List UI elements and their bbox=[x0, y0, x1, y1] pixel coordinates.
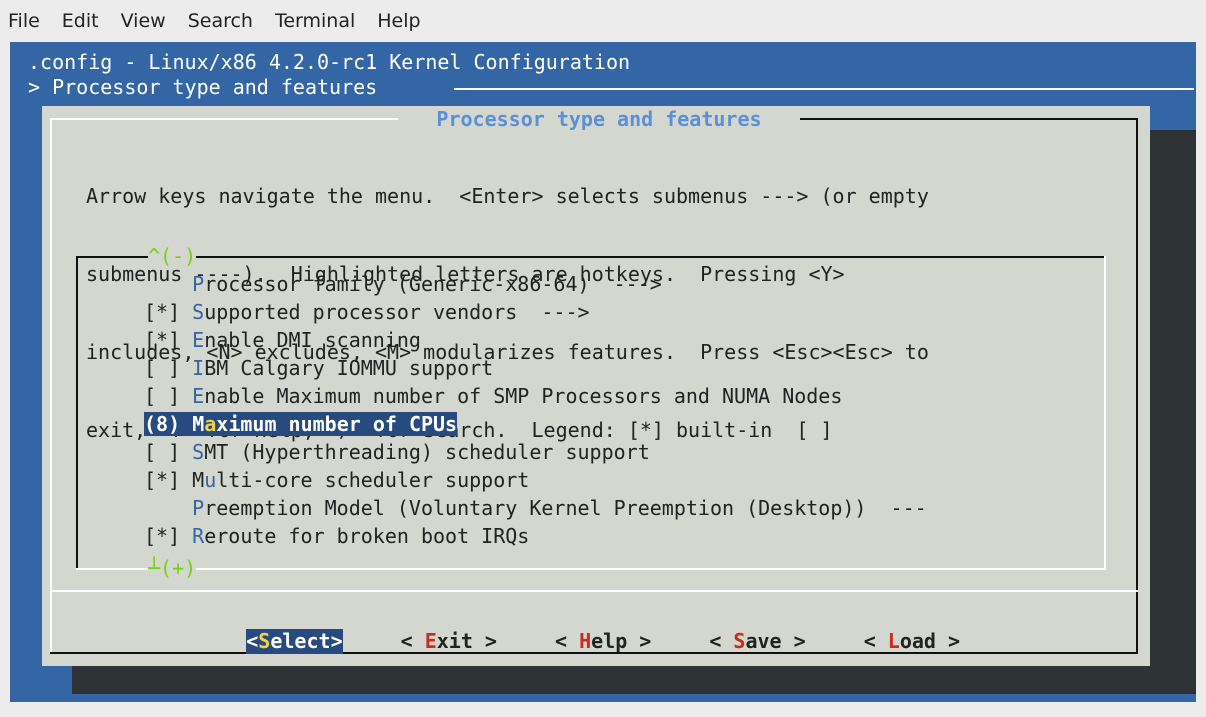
select-button[interactable]: <Select> bbox=[246, 629, 343, 654]
list-border-right bbox=[1104, 256, 1106, 570]
option-preemption-model[interactable]: Preemption Model (Voluntary Kernel Preem… bbox=[144, 494, 927, 522]
option-max-smp[interactable]: [ ] Enable Maximum number of SMP Process… bbox=[144, 382, 842, 410]
dialog-title: Processor type and features bbox=[424, 107, 774, 131]
option-processor-family[interactable]: Processor family (Generic-x86-64) ---> bbox=[144, 270, 662, 298]
menu-view[interactable]: View bbox=[111, 10, 178, 32]
save-button[interactable]: < Save > bbox=[709, 629, 805, 654]
options-list[interactable]: ^(-) ┴(+) Processor family (Generic-x86-… bbox=[76, 244, 1106, 581]
scroll-down-indicator[interactable]: ┴(+) bbox=[148, 556, 197, 581]
list-border-bottom bbox=[76, 568, 1106, 570]
dialog-border-top bbox=[50, 118, 398, 120]
menu-edit[interactable]: Edit bbox=[52, 10, 111, 32]
dialog-border-left bbox=[50, 118, 52, 654]
breadcrumb: > Processor type and features bbox=[28, 75, 390, 99]
button-separator bbox=[50, 590, 1138, 592]
menuconfig-dialog: Processor type and features Arrow keys n… bbox=[42, 106, 1150, 666]
help-button[interactable]: < Help > bbox=[555, 629, 651, 654]
menu-search[interactable]: Search bbox=[178, 10, 265, 32]
exit-button[interactable]: < Exit > bbox=[401, 629, 497, 654]
option-ibm-calgary[interactable]: [ ] IBM Calgary IOMMU support bbox=[144, 354, 493, 382]
option-smt-scheduler[interactable]: [ ] SMT (Hyperthreading) scheduler suppo… bbox=[144, 438, 650, 466]
option-multicore-scheduler[interactable]: [*] Multi-core scheduler support bbox=[144, 466, 529, 494]
button-row: <Select> < Exit > < Help > < Save > < Load > bbox=[174, 604, 1018, 679]
option-enable-dmi[interactable]: [*] Enable DMI scanning bbox=[144, 326, 421, 354]
load-button[interactable]: < Load > bbox=[864, 629, 960, 654]
menu-help[interactable]: Help bbox=[367, 10, 432, 32]
option-supported-vendors[interactable]: [*] Supported processor vendors ---> bbox=[144, 298, 590, 326]
help-line: Arrow keys navigate the menu. <Enter> se… bbox=[86, 184, 929, 208]
menu-file[interactable]: File bbox=[0, 10, 52, 32]
dialog-border-top bbox=[800, 118, 1138, 120]
scroll-up-indicator[interactable]: ^(-) bbox=[148, 244, 197, 269]
breadcrumb-rule bbox=[454, 88, 1194, 90]
terminal-area[interactable]: .config - Linux/x86 4.2.0-rc1 Kernel Con… bbox=[10, 42, 1196, 702]
dialog-shadow-right bbox=[1150, 130, 1196, 672]
option-max-cpus[interactable]: (8) Maximum number of CPUs bbox=[144, 410, 458, 438]
menu-bar: File Edit View Search Terminal Help bbox=[0, 0, 1206, 42]
option-reroute-irqs[interactable]: [*] Reroute for broken boot IRQs bbox=[144, 522, 529, 550]
list-border-left bbox=[76, 256, 78, 570]
config-title: .config - Linux/x86 4.2.0-rc1 Kernel Con… bbox=[28, 50, 631, 74]
dialog-border-right bbox=[1136, 118, 1138, 654]
list-border-top bbox=[76, 256, 1106, 258]
menu-terminal[interactable]: Terminal bbox=[265, 10, 367, 32]
